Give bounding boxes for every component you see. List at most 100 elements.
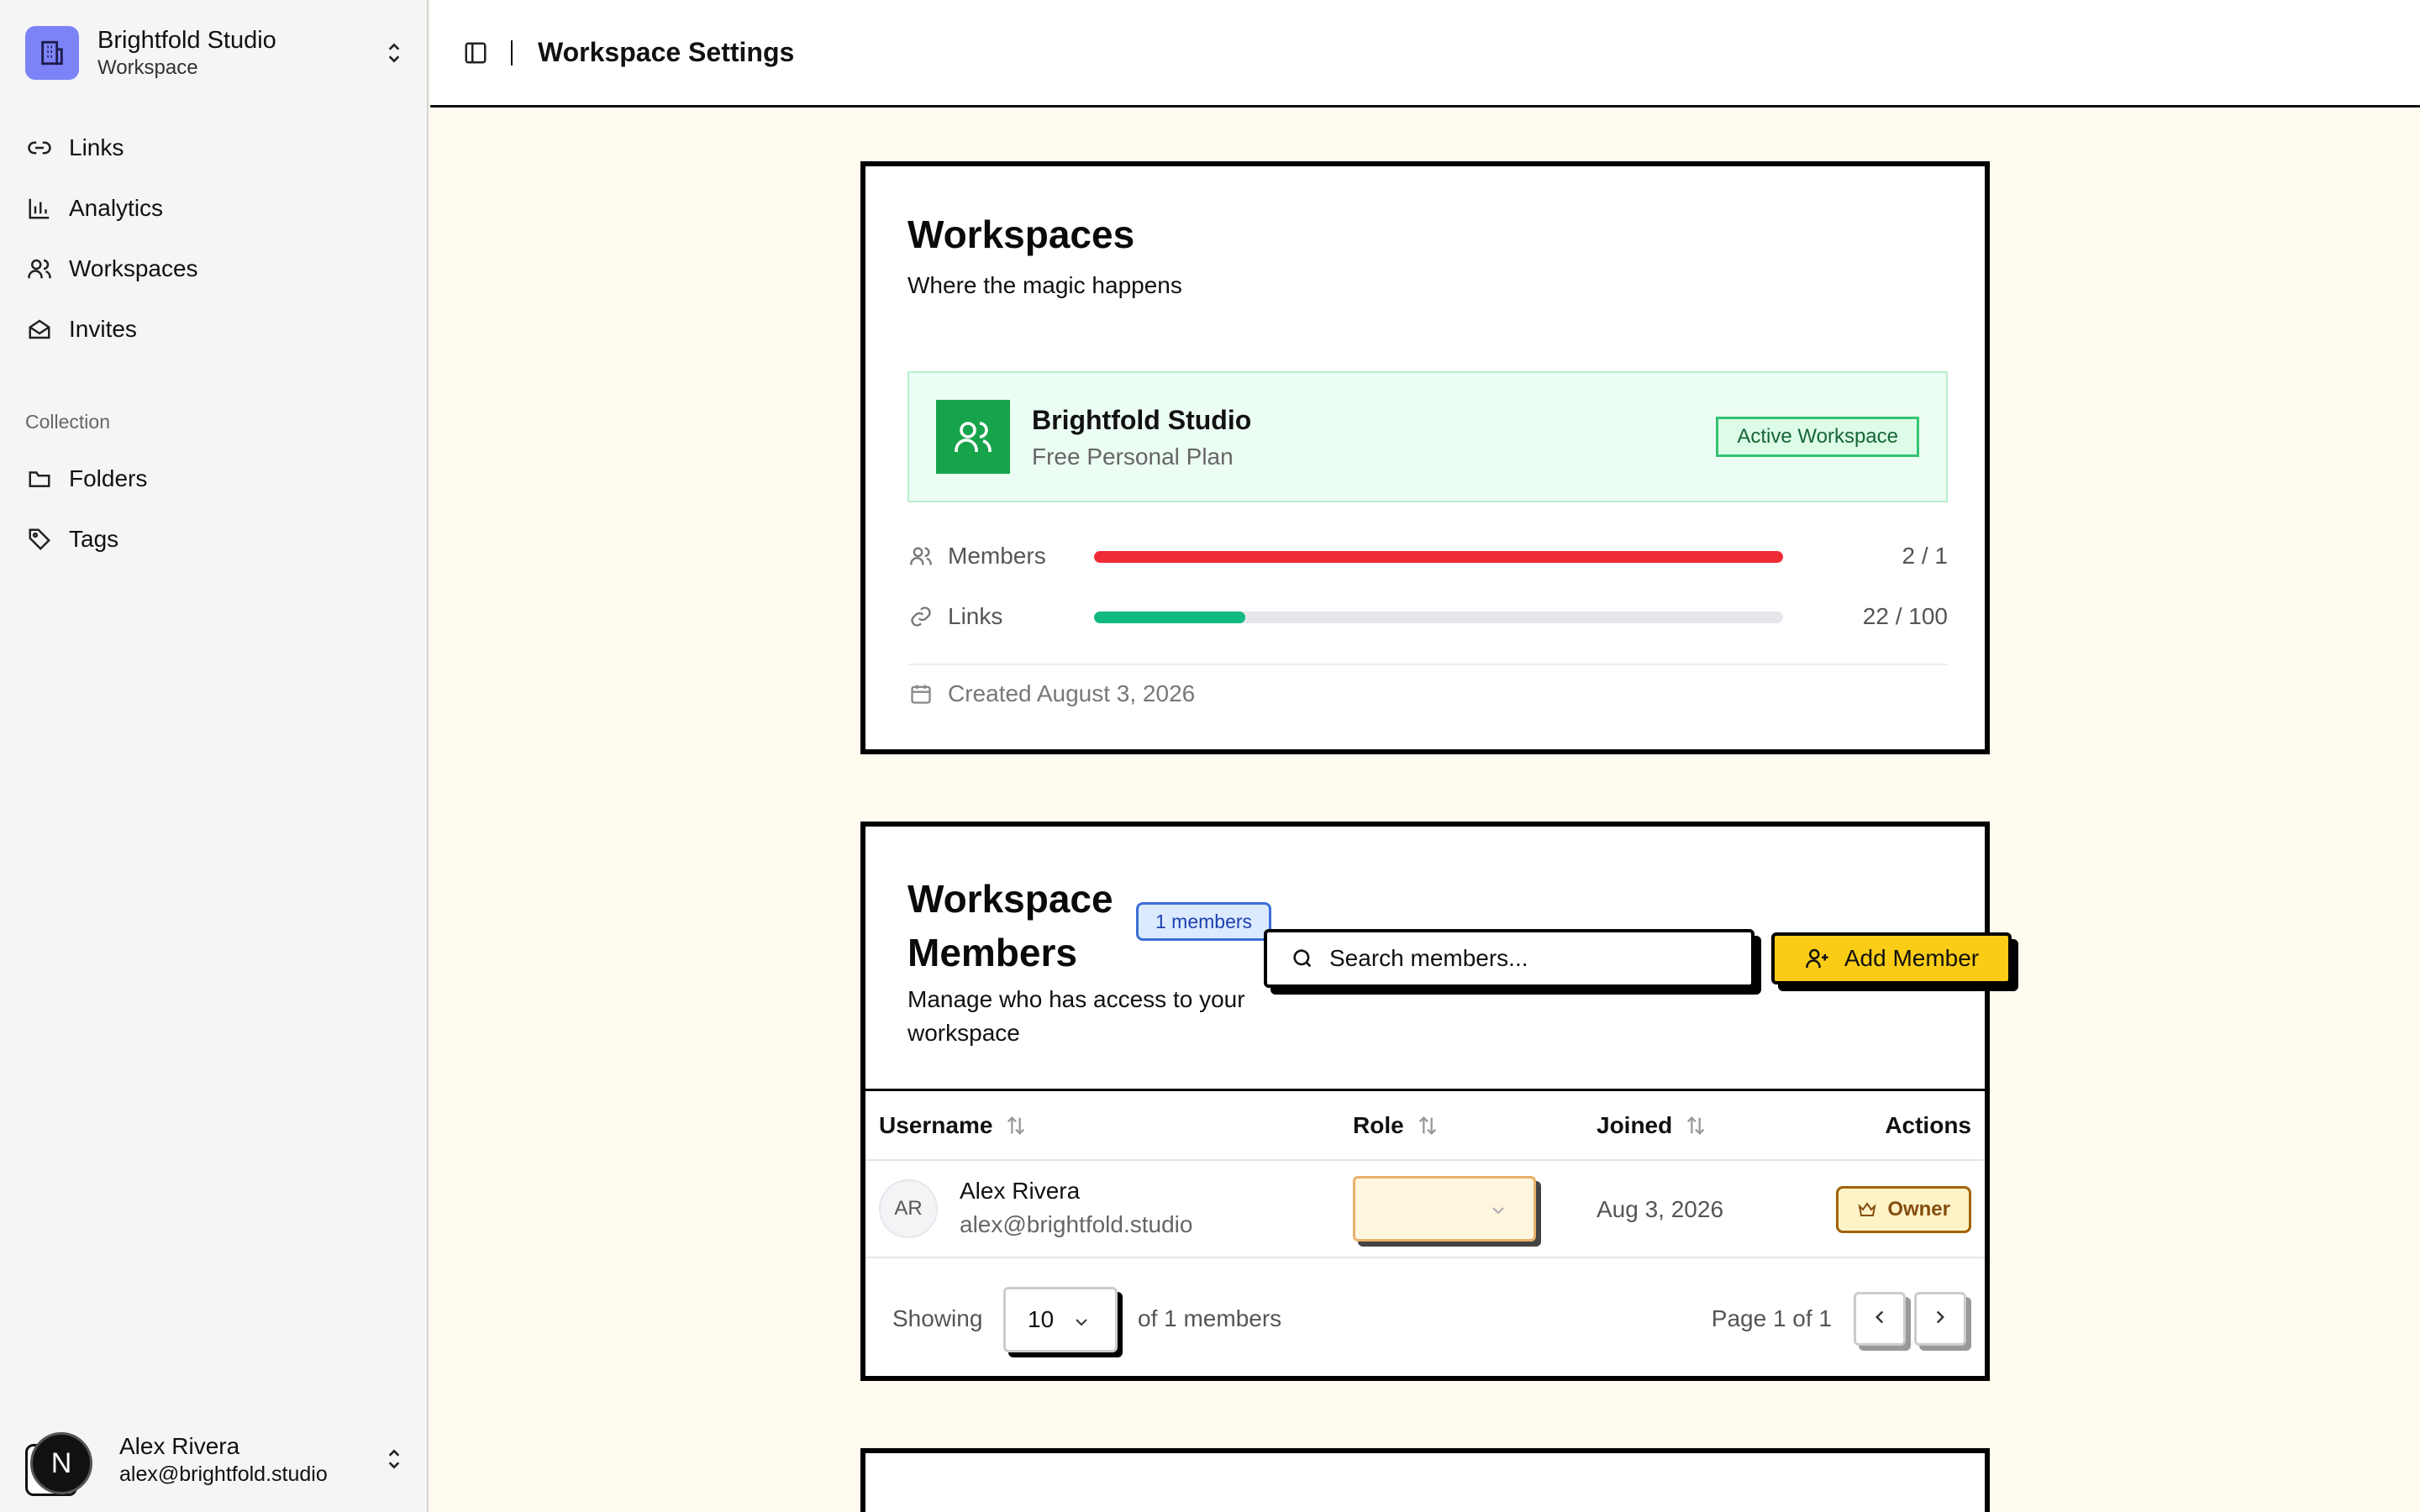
column-label: Username <box>879 1112 993 1138</box>
avatar-initial: N <box>30 1432 92 1494</box>
search-icon <box>1289 945 1316 972</box>
top-header: Workspace Settings <box>430 0 2420 108</box>
member-count-badge: 1 members <box>1136 902 1272 941</box>
column-label: Role <box>1353 1112 1404 1138</box>
workspace-type: Workspace <box>97 56 198 79</box>
app-root: Brightfold Studio Workspace Links Analyt… <box>0 0 2420 1512</box>
active-workspace-plan: Free Personal Plan <box>1032 444 1234 470</box>
card-subtitle: Where the magic happens <box>908 272 1182 298</box>
header-divider <box>511 39 513 66</box>
user-plus-icon <box>1804 945 1831 972</box>
next-card <box>860 1448 1990 1512</box>
progress-fill <box>1094 612 1246 623</box>
page-indicator: Page 1 of 1 <box>1711 1305 1832 1331</box>
nav-item-invites[interactable]: Invites <box>25 299 405 360</box>
active-workspace-badge: Active Workspace <box>1716 417 1919 457</box>
workspace-switcher[interactable]: Brightfold Studio Workspace <box>25 25 405 81</box>
nav-label: Folders <box>69 465 148 491</box>
member-avatar: AR <box>879 1179 938 1238</box>
card-subtitle: Manage who has access to your workspace <box>908 986 1245 1046</box>
sort-icon <box>1684 1114 1707 1137</box>
column-actions: Actions <box>1885 1092 1971 1159</box>
sort-icon <box>1416 1114 1439 1137</box>
owner-label: Owner <box>1887 1198 1950 1221</box>
table-footer: Showing 10 of 1 members Page 1 of 1 <box>865 1258 1985 1376</box>
member-joined: Aug 3, 2026 <box>1597 1196 1724 1222</box>
page-size-select[interactable]: 10 <box>1003 1287 1118 1352</box>
owner-badge: Owner <box>1836 1186 1971 1233</box>
total-members-text: of 1 members <box>1138 1305 1282 1331</box>
tag-icon <box>25 525 54 554</box>
nav-item-analytics[interactable]: Analytics <box>25 178 405 239</box>
showing-label: Showing <box>892 1305 983 1331</box>
user-name: Alex Rivera <box>119 1433 240 1459</box>
main-nav: Links Analytics Workspaces Invites <box>25 118 405 360</box>
active-workspace-panel[interactable]: Brightfold Studio Free Personal Plan Act… <box>908 371 1948 502</box>
sidebar: Brightfold Studio Workspace Links Analyt… <box>0 0 429 1512</box>
sort-icon <box>1004 1114 1028 1137</box>
created-date: Created August 3, 2026 <box>908 680 1195 707</box>
sidebar-toggle-icon[interactable] <box>460 38 491 68</box>
nav-label: Invites <box>69 316 137 342</box>
nav-label: Workspaces <box>69 255 198 281</box>
page-title: Workspace Settings <box>538 37 795 67</box>
usage-links: Links 22 / 100 <box>908 600 1948 633</box>
nav-label: Links <box>69 134 124 160</box>
divider <box>908 664 1948 665</box>
nav-item-workspaces[interactable]: Workspaces <box>25 239 405 299</box>
workspace-card: Workspaces Where the magic happens Brigh… <box>860 161 1990 754</box>
collection-nav: Collection Folders Tags <box>25 407 405 570</box>
prev-page-button[interactable] <box>1854 1292 1906 1346</box>
card-title: Workspace Members <box>908 877 1113 974</box>
chevron-left-icon <box>1869 1306 1891 1332</box>
usage-value: 2 / 1 <box>1902 543 1948 569</box>
user-menu[interactable]: N Alex Rivera alex@brightfold.studio <box>25 1426 405 1496</box>
chevron-right-icon <box>1929 1306 1951 1332</box>
members-card: Workspace Members 1 members Manage who h… <box>860 822 2012 1381</box>
users-icon <box>908 543 934 570</box>
page-size-value: 10 <box>1028 1306 1055 1332</box>
created-text: Created August 3, 2026 <box>948 680 1196 706</box>
crown-icon <box>1857 1200 1877 1220</box>
usage-label: Members <box>948 543 1046 569</box>
table-header: Username Role Joined Actions <box>865 1092 1985 1159</box>
nav-label: Tags <box>69 526 119 552</box>
chevron-down-icon <box>1071 1311 1092 1338</box>
table-row: AR Alex Rivera alex@brightfold.studio Au… <box>865 1161 1985 1255</box>
folder-icon <box>25 465 54 493</box>
workspace-name: Brightfold Studio <box>97 27 276 54</box>
card-title: Workspaces <box>908 213 1135 256</box>
avatar: N <box>25 1432 92 1496</box>
member-search[interactable] <box>1264 929 1754 988</box>
usage-value: 22 / 100 <box>1862 603 1948 629</box>
active-workspace-name: Brightfold Studio <box>1032 405 1252 435</box>
column-label: Actions <box>1885 1112 1971 1138</box>
collection-label: Collection <box>25 411 110 433</box>
chevrons-up-down-icon <box>383 40 405 70</box>
add-member-label: Add Member <box>1844 945 1980 971</box>
users-icon <box>936 400 1010 474</box>
member-email: alex@brightfold.studio <box>960 1211 1193 1237</box>
nav-item-tags[interactable]: Tags <box>25 509 405 570</box>
nav-label: Analytics <box>69 195 164 221</box>
link-icon <box>908 603 934 630</box>
nav-item-links[interactable]: Links <box>25 118 405 178</box>
building-icon <box>25 26 79 80</box>
column-label: Joined <box>1597 1112 1673 1138</box>
column-joined[interactable]: Joined <box>1597 1092 1707 1159</box>
chevron-down-icon <box>1488 1200 1508 1225</box>
chevrons-up-down-icon <box>383 1446 405 1476</box>
search-input[interactable] <box>1329 945 1733 972</box>
link-icon <box>25 134 54 162</box>
progress-fill <box>1094 551 1783 563</box>
nav-item-folders[interactable]: Folders <box>25 449 405 509</box>
add-member-button[interactable]: Add Member <box>1771 932 2012 984</box>
member-name: Alex Rivera <box>960 1178 1081 1204</box>
column-username[interactable]: Username <box>879 1092 1028 1159</box>
role-select[interactable] <box>1353 1176 1536 1242</box>
column-role[interactable]: Role <box>1353 1092 1439 1159</box>
progress-track <box>1094 551 1783 563</box>
next-page-button[interactable] <box>1914 1292 1966 1346</box>
table-top-border <box>865 1089 1985 1091</box>
calendar-icon <box>908 680 934 707</box>
